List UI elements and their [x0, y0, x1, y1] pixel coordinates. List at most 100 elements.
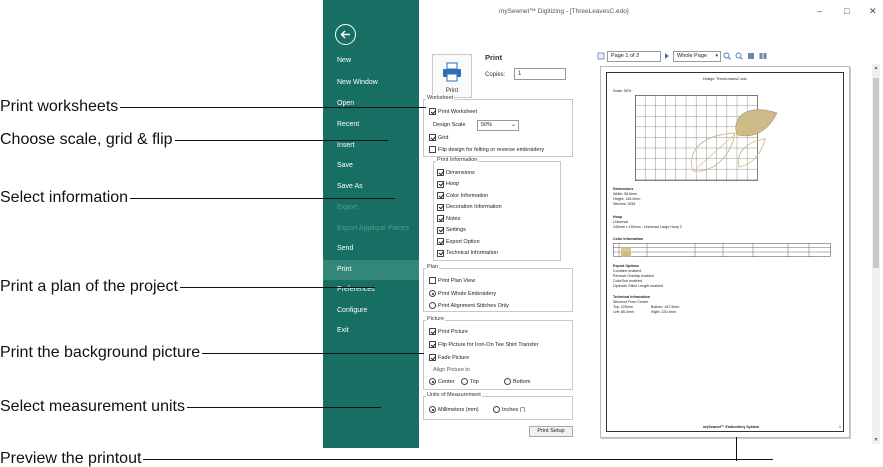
zoom-select[interactable]: Whole Page ▾: [673, 50, 721, 62]
print-worksheet-checkbox[interactable]: Print Worksheet: [429, 108, 477, 115]
info-notes-checkbox[interactable]: Notes: [437, 215, 460, 222]
checkbox-checked-icon: [437, 238, 444, 245]
single-page-icon[interactable]: [747, 52, 755, 60]
maximize-button[interactable]: □: [844, 6, 849, 16]
scroll-down-icon[interactable]: ▼: [872, 436, 880, 444]
preview-scrollbar[interactable]: ▲ ▼: [872, 64, 880, 444]
callout-line: [130, 197, 396, 199]
info-hoop-checkbox[interactable]: Hoop: [437, 180, 459, 188]
flip-iron-on-checkbox[interactable]: Flip Picture for Iron-On Tee Shirt Trans…: [429, 341, 538, 348]
units-inches-label: Inches ("): [502, 406, 526, 413]
print-button[interactable]: Print: [432, 54, 472, 98]
flip-iron-on-label: Flip Picture for Iron-On Tee Shirt Trans…: [438, 341, 539, 348]
zoom-select-value: Whole Page: [677, 52, 707, 59]
grid-label: Grid: [438, 134, 449, 141]
preview-toolbar: Page 1 of 2 Whole Page ▾: [595, 50, 769, 62]
radio-selected-icon: [429, 290, 436, 297]
callout-preview-connector: [736, 437, 737, 461]
sidebar-item-send[interactable]: Send: [323, 239, 419, 259]
info-export-option-checkbox[interactable]: Export Option: [437, 238, 480, 245]
checkbox-checked-icon: [429, 108, 436, 115]
sidebar-item-save[interactable]: Save: [323, 156, 419, 176]
callout-line: [179, 286, 375, 288]
page-border: Design: ThreeLeavesC.edo Scale: 50% Dime…: [606, 72, 844, 432]
radio-unselected-icon: [461, 378, 468, 385]
align-bottom-radio[interactable]: Bottom: [504, 378, 530, 385]
align-picture-label: Align Picture to: [433, 367, 470, 373]
page-dimensions-line: Height: 145.0mm: [613, 197, 641, 201]
scrollbar-thumb[interactable]: [873, 78, 879, 268]
radio-unselected-icon: [493, 406, 500, 413]
callout-choose-scale: Choose scale, grid & flip: [0, 131, 388, 149]
info-decoration-information-checkbox[interactable]: Decoration Information: [437, 203, 502, 211]
info-item-label: Export Option: [446, 238, 480, 245]
print-plan-view-checkbox[interactable]: Print Plan View: [429, 277, 475, 284]
page-setup-icon[interactable]: [597, 52, 605, 60]
checkbox-checked-icon: [437, 169, 444, 176]
callout-line: [143, 458, 774, 460]
zoom-in-icon[interactable]: [723, 52, 731, 60]
next-page-icon[interactable]: [663, 52, 671, 60]
checkbox-unchecked-icon: [429, 146, 436, 153]
sidebar-item-new-window[interactable]: New Window: [323, 73, 419, 93]
sidebar-item-new[interactable]: New: [323, 51, 419, 71]
checkbox-checked-icon: [437, 180, 444, 188]
fade-picture-checkbox[interactable]: Fade Picture: [429, 354, 469, 361]
close-button[interactable]: ✕: [869, 6, 877, 17]
units-mm-radio[interactable]: Millimeters (mm): [429, 406, 479, 413]
sidebar-item-print[interactable]: Print: [323, 260, 419, 280]
callout-text: Select information: [0, 189, 129, 206]
page-tech-line: Top: 225mm: [613, 305, 633, 309]
print-heading: Print: [485, 53, 503, 62]
sidebar-item-export-appliqu-pieces[interactable]: Export Appliqué Pieces: [323, 219, 419, 239]
page-export-line: Combine enabled: [613, 269, 642, 273]
sidebar-item-exit[interactable]: Exit: [323, 321, 419, 341]
info-item-label: Decoration Information: [446, 204, 502, 210]
checkbox-checked-icon: [429, 328, 436, 335]
page-tech-line: Right: 220.4mm: [651, 310, 677, 314]
print-information-title: Print Information: [436, 157, 479, 163]
minimize-button[interactable]: –: [817, 6, 822, 16]
info-technical-information-checkbox[interactable]: Technical Information: [437, 249, 498, 257]
design-scale-select[interactable]: 50% ⌄: [477, 120, 519, 131]
print-button-label: Print: [445, 88, 459, 94]
align-top-radio[interactable]: Top: [461, 378, 479, 385]
print-information-group: Print Information: [433, 157, 561, 261]
zoom-out-icon[interactable]: [735, 52, 743, 60]
page-export-line: Remove Overlap enabled: [613, 274, 654, 278]
units-inches-radio[interactable]: Inches ("): [493, 406, 525, 413]
info-dimensions-checkbox[interactable]: Dimensions: [437, 169, 475, 176]
align-center-radio[interactable]: Center: [429, 378, 455, 385]
callout-line: [202, 352, 425, 354]
print-alignment-stitches-radio[interactable]: Print Alignment Stitches Only: [429, 302, 509, 309]
copies-input[interactable]: 1: [514, 68, 566, 80]
info-color-information-checkbox[interactable]: Color Information: [437, 192, 488, 199]
info-item-label: Dimensions: [446, 169, 475, 176]
scroll-up-icon[interactable]: ▲: [872, 64, 880, 72]
flip-design-checkbox[interactable]: Flip design for felting or reverse embro…: [429, 146, 544, 153]
callout-line: [186, 406, 381, 408]
two-page-icon[interactable]: [759, 52, 767, 60]
chevron-down-icon: ▾: [715, 52, 718, 59]
back-arrow-icon[interactable]: [335, 24, 356, 45]
page-selector[interactable]: Page 1 of 2: [607, 50, 661, 62]
checkbox-checked-icon: [437, 215, 444, 222]
info-item-label: Notes: [446, 215, 461, 222]
printer-icon: [443, 62, 461, 82]
checkbox-checked-icon: [429, 354, 436, 361]
sidebar-item-configure[interactable]: Configure: [323, 301, 419, 321]
print-setup-button[interactable]: Print Setup: [529, 426, 573, 437]
preview-page: Design: ThreeLeavesC.edo Scale: 50% Dime…: [600, 66, 850, 438]
worksheet-group-title: Worksheet: [426, 95, 455, 101]
print-picture-checkbox[interactable]: Print Picture: [429, 328, 468, 335]
page-dimensions-title: Dimensions: [613, 187, 634, 191]
grid-checkbox[interactable]: Grid: [429, 134, 448, 141]
print-whole-embroidery-radio[interactable]: Print Whole Embroidery: [429, 290, 496, 297]
info-settings-checkbox[interactable]: Settings: [437, 226, 466, 234]
design-scale-value: 50%: [481, 122, 493, 128]
page-color-title: Color Information: [613, 237, 644, 241]
radio-selected-icon: [429, 406, 436, 413]
page-export-title: Export Options: [613, 264, 639, 268]
info-item-label: Color Information: [446, 192, 489, 199]
radio-unselected-icon: [504, 378, 511, 385]
